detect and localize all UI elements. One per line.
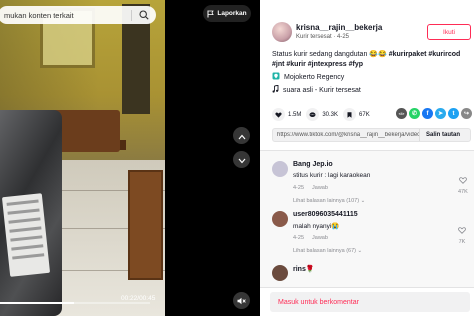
embed-icon[interactable]: </>: [396, 108, 407, 119]
copy-link-button[interactable]: Salin tautan: [419, 129, 460, 141]
save-stat[interactable]: 67K: [343, 108, 370, 121]
music-label: suara asli - Kurir tersesat: [283, 86, 361, 94]
progress-fill: [0, 302, 74, 304]
commenter-avatar[interactable]: [272, 265, 288, 281]
comment-meta: 4-25 Jawab: [293, 235, 328, 241]
whatsapp-icon[interactable]: ✆: [409, 108, 420, 119]
next-video-button[interactable]: [233, 151, 250, 168]
comment-date: 4-25: [293, 235, 305, 241]
author-subline: Kurir tersesat · 4-25: [296, 34, 350, 40]
comment-like-button[interactable]: 7K: [458, 221, 466, 245]
share-link-box: https://www.tiktok.com/@krisna__rajin__b…: [272, 128, 471, 142]
comment-text: malah nyanyi😭: [293, 223, 340, 230]
mute-button[interactable]: [233, 292, 250, 309]
commenter-avatar[interactable]: [272, 211, 288, 227]
playback-time: 00:22/00:45: [121, 295, 156, 302]
location-pin-icon: [272, 72, 280, 82]
comment-stat[interactable]: 30.3K: [306, 108, 338, 121]
report-label: Laporkan: [217, 10, 247, 17]
view-more-replies-button[interactable]: Lihat balasan lainnya (67) ⌄: [293, 248, 362, 254]
telegram-icon[interactable]: ➤: [435, 108, 446, 119]
commenter-name[interactable]: user8096035441115: [293, 211, 358, 218]
comment-text: stitus kurir : lagi karaokean: [293, 172, 371, 179]
caption-text: Status kurir sedang dangdutan 😂😂: [272, 51, 387, 58]
music-note-icon: [272, 84, 279, 95]
engagement-stats: 1.5M 30.3K 67K: [272, 108, 370, 121]
video-caption: Status kurir sedang dangdutan 😂😂 #kurirp…: [272, 50, 472, 70]
comment-like-button[interactable]: 47K: [458, 171, 468, 195]
like-count: 1.5M: [288, 111, 302, 118]
search-input[interactable]: mukan konten terkait: [4, 11, 127, 20]
save-count: 67K: [359, 111, 370, 118]
video-player[interactable]: mukan konten terkait Laporkan 00:22/00:4…: [0, 0, 260, 316]
speaker-muted-icon: [237, 292, 246, 310]
location-tag[interactable]: Mojokerto Regency: [272, 72, 344, 82]
twitter-icon[interactable]: t: [448, 108, 459, 119]
comment-login-bar: Masuk untuk berkomentar: [260, 287, 474, 316]
search-icon[interactable]: [136, 7, 152, 23]
share-link-url[interactable]: https://www.tiktok.com/@krisna__rajin__b…: [273, 132, 419, 138]
music-link[interactable]: suara asli - Kurir tersesat: [272, 84, 361, 95]
heart-icon: [272, 108, 285, 121]
comment-like-count: 47K: [458, 189, 468, 195]
comment-like-count: 7K: [458, 239, 466, 245]
search-divider: [131, 9, 132, 21]
author-avatar[interactable]: [272, 22, 292, 42]
details-panel: krisna__rajin__bekerja Kurir tersesat · …: [260, 0, 474, 316]
commenter-name[interactable]: Bang Jep.io: [293, 161, 333, 168]
login-to-comment-button[interactable]: Masuk untuk berkomentar: [270, 292, 470, 312]
previous-video-button[interactable]: [233, 127, 250, 144]
progress-bar[interactable]: [0, 302, 150, 304]
heart-outline-icon: [459, 171, 467, 189]
comment-count: 30.3K: [322, 111, 339, 118]
follow-button[interactable]: Ikuti: [427, 24, 471, 40]
search-bar[interactable]: mukan konten terkait: [0, 6, 156, 24]
reply-button[interactable]: Jawab: [312, 235, 328, 241]
reply-button[interactable]: Jawab: [312, 185, 328, 191]
facebook-icon[interactable]: f: [422, 108, 433, 119]
video-frame: [0, 0, 165, 316]
commenter-avatar[interactable]: [272, 161, 288, 177]
chevron-down-icon: [238, 151, 246, 169]
location-label: Mojokerto Regency: [284, 73, 345, 81]
comment-meta: 4-25 Jawab: [293, 185, 328, 191]
more-share-icon[interactable]: ↪: [461, 108, 472, 119]
author-username[interactable]: krisna__rajin__bekerja: [296, 23, 382, 32]
comment-list[interactable]: Bang Jep.io stitus kurir : lagi karaokean…: [260, 151, 474, 287]
heart-outline-icon: [458, 221, 466, 239]
chevron-up-icon: [238, 127, 246, 145]
share-buttons: </> ✆ f ➤ t ↪: [396, 108, 472, 119]
app-root: mukan konten terkait Laporkan 00:22/00:4…: [0, 0, 474, 316]
comment-icon: [306, 108, 320, 121]
view-more-replies-button[interactable]: Lihat balasan lainnya (107) ⌄: [293, 198, 365, 204]
flag-icon: [207, 5, 215, 23]
bookmark-icon: [343, 108, 357, 121]
like-stat[interactable]: 1.5M: [272, 108, 301, 121]
comment-date: 4-25: [293, 185, 305, 191]
commenter-name[interactable]: rins🌹: [293, 265, 315, 273]
report-button[interactable]: Laporkan: [203, 5, 251, 22]
